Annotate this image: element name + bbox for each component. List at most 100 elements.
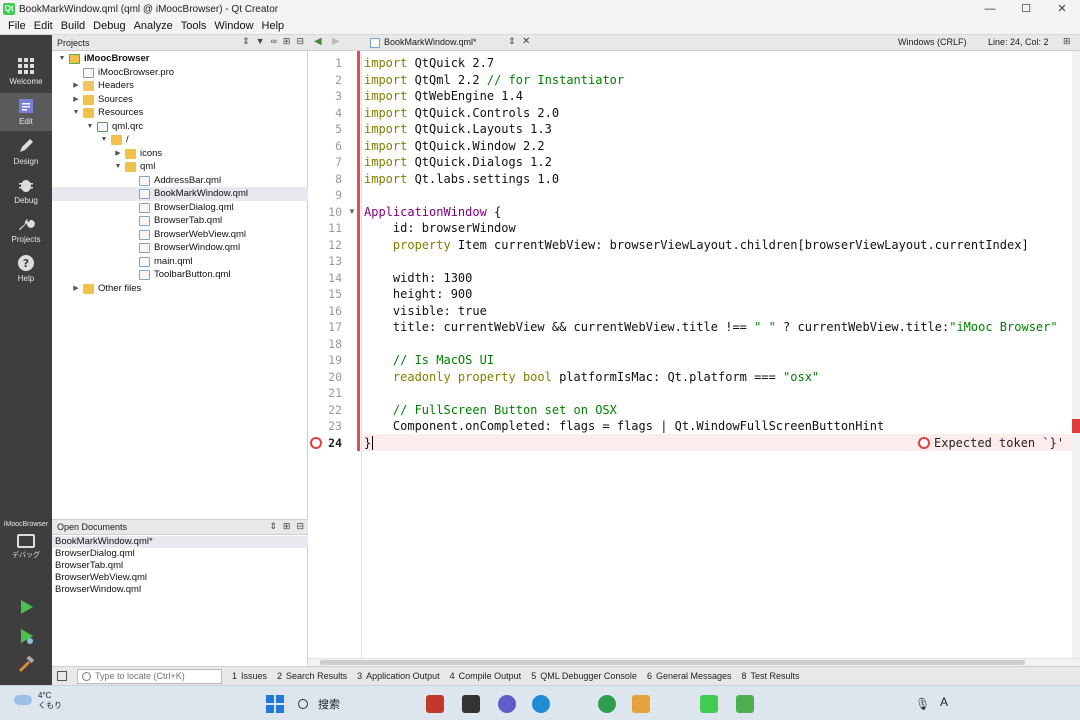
output-pane-tab[interactable]: 1 Issues (232, 671, 267, 681)
toggle-sidebar-icon[interactable] (57, 671, 67, 681)
chevron-right-icon[interactable]: ▶ (72, 93, 80, 107)
tree-item[interactable]: main.qml (52, 255, 308, 269)
vertical-scrollbar[interactable] (1072, 51, 1080, 658)
debug-run-icon[interactable] (17, 627, 35, 645)
mode-label: Projects (11, 235, 41, 244)
menu-build[interactable]: Build (57, 20, 89, 32)
windows-start-icon[interactable] (266, 695, 284, 713)
output-pane-tab[interactable]: 8 Test Results (742, 671, 800, 681)
tree-item[interactable]: BrowserDialog.qml (52, 201, 308, 215)
close-pane-icon[interactable]: ⊟ (296, 36, 304, 47)
microphone-icon[interactable]: 🎙 (915, 697, 930, 711)
close-document-icon[interactable]: ✕ (522, 36, 530, 47)
chrome-browser-icon[interactable] (598, 695, 616, 713)
locator-input[interactable] (95, 671, 215, 681)
tree-item[interactable]: ToolbarButton.qml (52, 268, 308, 282)
mode-welcome[interactable]: Welcome (0, 53, 52, 91)
mode-edit[interactable]: Edit (0, 93, 52, 131)
chevron-down-icon[interactable]: ▼ (114, 160, 122, 174)
output-pane-tab[interactable]: 5 QML Debugger Console (531, 671, 637, 681)
menu-edit[interactable]: Edit (30, 20, 57, 32)
ime-indicator[interactable]: A (940, 695, 948, 709)
mode-design[interactable]: Design (0, 133, 52, 171)
cursor-position[interactable]: Line: 24, Col: 2 (988, 37, 1049, 47)
chevron-right-icon[interactable]: ▶ (72, 79, 80, 93)
output-pane-tab[interactable]: 4 Compile Output (450, 671, 522, 681)
chevron-updown-icon[interactable]: ⇕ (508, 36, 516, 47)
tree-item[interactable]: ▶ icons (52, 147, 308, 161)
run-icon[interactable] (17, 598, 35, 616)
chevron-down-icon[interactable]: ▼ (86, 120, 94, 134)
tree-item[interactable]: ▼ / (52, 133, 308, 147)
mode-projects[interactable]: Projects (0, 211, 52, 249)
tree-item[interactable]: BrowserWebView.qml (52, 228, 308, 242)
edge-browser-icon[interactable] (532, 695, 550, 713)
locator[interactable] (77, 668, 222, 684)
mode-help[interactable]: ? Help (0, 250, 52, 288)
back-arrow-icon[interactable]: ◀ (314, 36, 322, 47)
split-icon[interactable]: ⊞ (283, 521, 291, 532)
tree-item[interactable]: ▶ Sources (52, 93, 308, 107)
menu-help[interactable]: Help (258, 20, 289, 32)
filter-icon[interactable]: ▼ (256, 36, 265, 47)
tree-item[interactable]: AddressBar.qml (52, 174, 308, 188)
taskbar-search[interactable]: 搜索 (298, 696, 438, 712)
link-icon[interactable]: ∞ (270, 36, 276, 47)
open-document-item[interactable]: BrowserDialog.qml (52, 548, 308, 560)
open-document-item[interactable]: BrowserTab.qml (52, 560, 308, 572)
maximize-button[interactable]: ☐ (1008, 0, 1044, 18)
wechat-app-icon[interactable] (736, 695, 754, 713)
tree-item[interactable]: ▶ Headers (52, 79, 308, 93)
menu-analyze[interactable]: Analyze (130, 20, 177, 32)
code-line: Component.onCompleted: flags = flags | Q… (364, 419, 885, 433)
fold-chevron-icon[interactable]: ▼ (348, 207, 356, 216)
tree-item[interactable]: iMoocBrowser.pro (52, 66, 308, 80)
chevron-right-icon[interactable]: ▶ (114, 147, 122, 161)
build-hammer-icon[interactable] (17, 655, 35, 673)
line-number: 9 (335, 188, 342, 202)
tree-item[interactable]: ▼ Resources (52, 106, 308, 120)
forward-arrow-icon[interactable]: ▶ (332, 36, 340, 47)
mode-debug[interactable]: Debug (0, 172, 52, 210)
open-document-item[interactable]: BrowserWindow.qml (52, 584, 308, 596)
tree-item[interactable]: BrowserTab.qml (52, 214, 308, 228)
menu-tools[interactable]: Tools (177, 20, 211, 32)
terminal-app-icon[interactable] (462, 695, 480, 713)
menu-debug[interactable]: Debug (89, 20, 129, 32)
open-document-item[interactable]: BookMarkWindow.qml* (52, 536, 308, 548)
chevron-down-icon[interactable]: ▼ (58, 52, 66, 66)
horizontal-scrollbar[interactable] (308, 658, 1080, 666)
chevron-down-icon[interactable]: ▼ (100, 133, 108, 147)
view-combo-icon[interactable]: ⇕ (242, 36, 250, 47)
open-document-item[interactable]: BrowserWebView.qml (52, 572, 308, 584)
tree-item[interactable]: ▼ qml.qrc (52, 120, 308, 134)
calculator-app-icon[interactable] (426, 695, 444, 713)
code-editor[interactable]: import QtQuick 2.7 import QtQml 2.2 // fo… (362, 51, 1072, 658)
menu-file[interactable]: File (4, 20, 30, 32)
qt-creator-taskbar-icon[interactable] (700, 695, 718, 713)
tree-item[interactable]: BrowserWindow.qml (52, 241, 308, 255)
tree-item[interactable]: BookMarkWindow.qml (52, 187, 308, 201)
tree-item[interactable]: ▼ iMoocBrowser (52, 52, 308, 66)
split-editor-icon[interactable]: ⊞ (1063, 36, 1071, 47)
explorer-app-icon[interactable] (632, 695, 650, 713)
menu-window[interactable]: Window (210, 20, 257, 32)
close-button[interactable]: ✕ (1044, 0, 1080, 18)
tree-item[interactable]: ▼ qml (52, 160, 308, 174)
line-ending-selector[interactable]: Windows (CRLF) (898, 37, 967, 47)
tree-item[interactable]: ▶ Other files (52, 282, 308, 296)
split-icon[interactable]: ⊞ (283, 36, 291, 47)
minimize-button[interactable]: — (972, 0, 1008, 18)
output-pane-tab[interactable]: 2 Search Results (277, 671, 347, 681)
teams-app-icon[interactable] (498, 695, 516, 713)
kit-selector[interactable]: iMoocBrowser デバッグ (0, 521, 52, 577)
chevron-right-icon[interactable]: ▶ (72, 282, 80, 296)
view-combo-icon[interactable]: ⇕ (269, 521, 277, 532)
scroll-thumb[interactable] (320, 660, 1025, 665)
close-pane-icon[interactable]: ⊟ (296, 521, 304, 532)
output-pane-tab[interactable]: 6 General Messages (647, 671, 732, 681)
output-pane-tab[interactable]: 3 Application Output (357, 671, 440, 681)
modified-change-bar (357, 51, 360, 451)
document-combo[interactable]: BookMarkWindow.qml* (384, 37, 477, 47)
chevron-down-icon[interactable]: ▼ (72, 106, 80, 120)
